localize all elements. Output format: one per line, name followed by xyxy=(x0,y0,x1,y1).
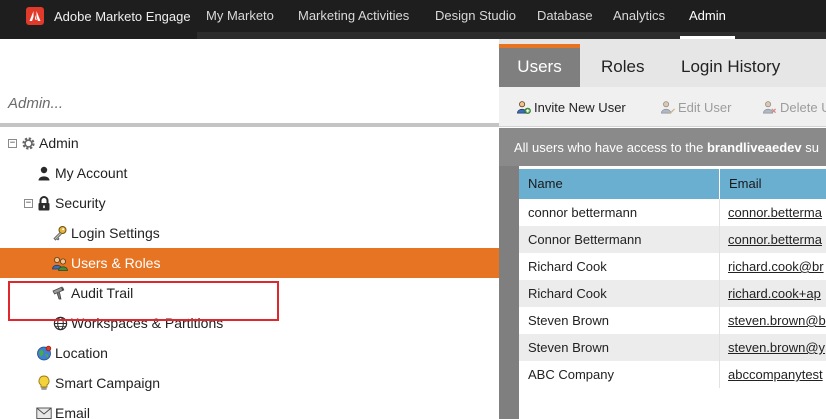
delete-user-label: Delete U xyxy=(780,99,826,115)
tree-item-admin[interactable]: − Admin xyxy=(0,128,499,158)
cell-email-link[interactable]: abccompanytest xyxy=(719,361,826,388)
brand-name: Adobe Marketo Engage xyxy=(54,8,191,24)
tree-label: My Account xyxy=(55,165,128,181)
admin-search-input[interactable]: Admin... xyxy=(8,95,63,112)
edit-user-label: Edit User xyxy=(678,99,732,115)
tab-login-history[interactable]: Login History xyxy=(681,44,780,87)
tree-label: Security xyxy=(55,195,106,211)
grid-header: Name Email xyxy=(519,169,826,199)
nav-tab-design-studio[interactable]: Design Studio xyxy=(426,0,525,32)
tree-label: Location xyxy=(55,345,108,361)
key-icon xyxy=(52,225,68,241)
column-header-name[interactable]: Name xyxy=(519,169,719,199)
cell-email-link[interactable]: steven.brown@b xyxy=(719,307,826,334)
admin-tree-panel: Admin... − Admin My Account − Security L… xyxy=(0,39,499,419)
tree-label: Login Settings xyxy=(71,225,160,241)
users-roles-panel: Users Roles Login History Invite New Use… xyxy=(499,39,826,419)
table-row[interactable]: Richard Cook richard.cook@br xyxy=(519,253,826,280)
gear-icon xyxy=(20,135,36,151)
users-grid: Name Email connor bettermann connor.bett… xyxy=(519,166,826,419)
person-icon xyxy=(36,165,52,181)
grid-row-gutter xyxy=(499,166,519,419)
delete-user-button[interactable]: Delete U xyxy=(761,87,826,127)
cell-email-link[interactable]: connor.betterma xyxy=(719,199,826,226)
table-row[interactable]: Richard Cook richard.cook+ap xyxy=(519,280,826,307)
tree-label: Users & Roles xyxy=(71,255,161,271)
selection-highlight-outline xyxy=(8,281,279,321)
nav-tab-database[interactable]: Database xyxy=(528,0,602,32)
tree-item-login-settings[interactable]: Login Settings xyxy=(0,218,499,248)
cell-name: Steven Brown xyxy=(528,340,609,355)
collapse-icon[interactable]: − xyxy=(24,198,33,208)
tree-item-smart-campaign[interactable]: Smart Campaign xyxy=(0,368,499,398)
tab-roles[interactable]: Roles xyxy=(601,44,644,87)
nav-tab-admin[interactable]: Admin xyxy=(680,0,735,39)
table-row[interactable]: Steven Brown steven.brown@y xyxy=(519,334,826,361)
cell-name: Richard Cook xyxy=(528,259,607,274)
users-info-banner: All users who have access to the brandli… xyxy=(499,128,826,166)
lightbulb-icon xyxy=(36,375,52,391)
edit-user-icon xyxy=(659,99,675,115)
tree-item-security[interactable]: − Security xyxy=(0,188,499,218)
delete-user-icon xyxy=(761,99,777,115)
tab-bar: Users Roles Login History xyxy=(499,39,826,87)
tree-label: Smart Campaign xyxy=(55,375,161,391)
collapse-icon[interactable]: − xyxy=(8,138,17,148)
adobe-logo-icon xyxy=(26,7,44,25)
tree-item-email[interactable]: Email xyxy=(0,398,499,419)
invite-new-user-button[interactable]: Invite New User xyxy=(515,87,626,127)
cell-name: Steven Brown xyxy=(528,313,609,328)
lock-icon xyxy=(36,195,52,211)
edit-user-button[interactable]: Edit User xyxy=(659,87,731,127)
info-suffix: su xyxy=(801,140,819,155)
tree-item-my-account[interactable]: My Account xyxy=(0,158,499,188)
cell-name: connor bettermann xyxy=(528,205,638,220)
cell-email-link[interactable]: richard.cook+ap xyxy=(719,280,826,307)
location-globe-icon xyxy=(36,345,52,361)
instance-name: brandliveaedev xyxy=(706,140,802,155)
tree-item-users-and-roles[interactable]: Users & Roles xyxy=(0,248,499,278)
cell-email-link[interactable]: steven.brown@y xyxy=(719,334,826,361)
toolbar: Invite New User Edit User Delete U xyxy=(499,87,826,127)
add-user-icon xyxy=(515,99,531,115)
tree-item-location[interactable]: Location xyxy=(0,338,499,368)
table-row[interactable]: ABC Company abccompanytest xyxy=(519,361,826,388)
tree-label: Email xyxy=(55,405,91,419)
cell-name: ABC Company xyxy=(528,367,614,382)
cell-email-link[interactable]: richard.cook@br xyxy=(719,253,826,280)
table-row[interactable]: Connor Bettermann connor.betterma xyxy=(519,226,826,253)
email-icon xyxy=(36,405,52,419)
table-row[interactable]: Steven Brown steven.brown@b xyxy=(519,307,826,334)
table-row[interactable]: connor bettermann connor.betterma xyxy=(519,199,826,226)
tab-users[interactable]: Users xyxy=(499,44,580,87)
brand[interactable]: Adobe Marketo Engage xyxy=(0,0,197,32)
info-prefix: All users who have access to the xyxy=(514,140,707,155)
nav-tab-my-marketo[interactable]: My Marketo xyxy=(197,0,283,32)
cell-name: Connor Bettermann xyxy=(528,232,642,247)
cell-email-link[interactable]: connor.betterma xyxy=(719,226,826,253)
invite-new-user-label: Invite New User xyxy=(534,99,626,115)
nav-tab-analytics[interactable]: Analytics xyxy=(604,0,674,32)
cell-name: Richard Cook xyxy=(528,286,607,301)
panel-divider xyxy=(0,123,499,127)
column-divider xyxy=(719,199,720,388)
top-navigation-bar: Adobe Marketo Engage My Marketo Marketin… xyxy=(0,0,826,39)
nav-tab-marketing-activities[interactable]: Marketing Activities xyxy=(289,0,418,32)
users-icon xyxy=(52,255,68,271)
tree-label: Admin xyxy=(39,135,79,151)
column-header-email[interactable]: Email xyxy=(719,169,826,199)
